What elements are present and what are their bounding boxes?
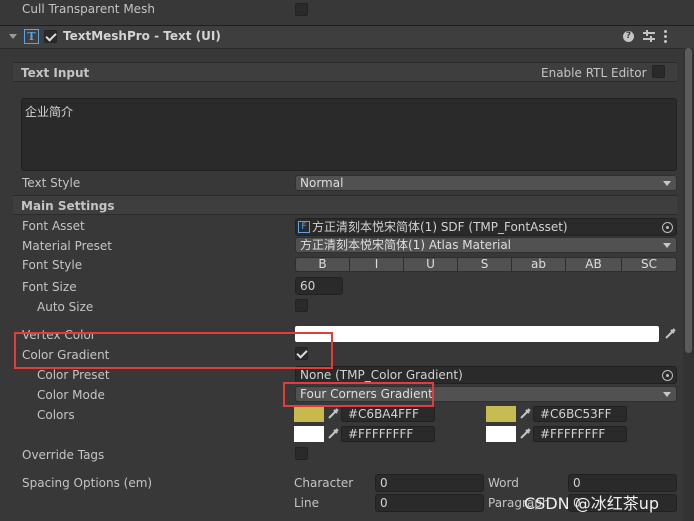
font-size-field[interactable]: 60 (295, 277, 343, 295)
font-style-strikethrough-button[interactable]: S (457, 257, 512, 272)
text-input-content: 企业简介 (25, 105, 74, 119)
cull-transparent-mesh-label: Cull Transparent Mesh (22, 2, 155, 16)
object-picker-icon[interactable] (662, 222, 673, 233)
chevron-down-icon (663, 181, 671, 186)
vertex-color-swatch[interactable] (295, 326, 659, 342)
eyedropper-icon[interactable] (519, 407, 532, 420)
font-asset-label: Font Asset (22, 219, 85, 233)
text-input-header-label: Text Input (21, 66, 90, 80)
foldout-arrow-icon[interactable] (9, 34, 17, 39)
material-preset-dropdown[interactable]: 方正清刻本悦宋简体(1) Atlas Material (295, 237, 677, 253)
auto-size-checkbox[interactable] (295, 299, 308, 312)
component-enabled-checkbox[interactable] (44, 30, 57, 43)
enable-rtl-editor-label: Enable RTL Editor (541, 66, 647, 80)
main-settings-section-header: Main Settings (13, 195, 677, 215)
font-style-uppercase-button[interactable]: AB (565, 257, 622, 272)
colors-label: Colors (37, 408, 75, 422)
scrollbar-thumb[interactable] (685, 48, 692, 353)
text-input-section-header: Text Input Enable RTL Editor (13, 62, 677, 82)
eyedropper-icon[interactable] (664, 327, 677, 340)
top-left-color-hex[interactable]: #C6BA4FFF (341, 406, 435, 422)
main-settings-header-label: Main Settings (21, 199, 115, 213)
line-spacing-field[interactable]: 0 (375, 494, 484, 512)
eyedropper-icon[interactable] (327, 407, 340, 420)
text-style-dropdown[interactable]: Normal (295, 175, 677, 191)
help-icon[interactable]: ? (623, 31, 634, 42)
context-menu-icon[interactable] (664, 29, 668, 43)
text-input-area[interactable]: 企业简介 (21, 98, 677, 171)
font-size-label: Font Size (22, 280, 77, 294)
eyedropper-icon[interactable] (327, 427, 340, 440)
highlight-box-color-gradient (14, 332, 333, 369)
text-style-value: Normal (300, 176, 344, 190)
font-style-underline-button[interactable]: U (403, 257, 458, 272)
font-style-lowercase-button[interactable]: ab (511, 257, 566, 272)
textmeshpro-component-icon: T (24, 29, 39, 44)
top-right-color-hex[interactable]: #C6BC53FF (533, 406, 627, 422)
spacing-options-label: Spacing Options (em) (22, 476, 153, 490)
line-spacing-label: Line (294, 496, 320, 510)
scrollbar-track[interactable] (683, 48, 694, 521)
material-preset-label: Material Preset (22, 239, 112, 253)
preset-sliders-icon[interactable] (643, 30, 655, 42)
font-asset-value: 方正清刻本悦宋简体(1) SDF (TMP_FontAsset) (312, 220, 568, 234)
color-preset-label: Color Preset (37, 368, 110, 382)
object-picker-icon[interactable] (662, 370, 673, 381)
override-tags-checkbox[interactable] (295, 447, 308, 460)
bottom-right-color-swatch[interactable] (486, 426, 516, 442)
chevron-down-icon (663, 392, 671, 397)
bottom-left-color-swatch[interactable] (294, 426, 324, 442)
color-preset-value: None (TMP_Color Gradient) (300, 368, 463, 382)
character-spacing-label: Character (294, 476, 354, 490)
font-style-bold-button[interactable]: B (295, 257, 350, 272)
material-preset-value: 方正清刻本悦宋简体(1) Atlas Material (300, 238, 512, 252)
font-asset-field[interactable]: F 方正清刻本悦宋简体(1) SDF (TMP_FontAsset) (295, 218, 677, 236)
font-asset-icon: F (298, 221, 310, 233)
font-style-italic-button[interactable]: I (349, 257, 404, 272)
cull-transparent-mesh-checkbox[interactable] (295, 3, 308, 16)
character-spacing-field[interactable]: 0 (375, 474, 484, 492)
top-left-color-swatch[interactable] (294, 406, 324, 422)
font-style-smallcaps-button[interactable]: SC (621, 257, 677, 272)
component-header[interactable]: T TextMeshPro - Text (UI) ? (0, 25, 694, 49)
top-right-color-swatch[interactable] (486, 406, 516, 422)
highlight-box-color-mode (283, 382, 434, 407)
color-mode-label: Color Mode (37, 388, 105, 402)
enable-rtl-editor-checkbox[interactable] (652, 65, 665, 78)
font-style-label: Font Style (22, 258, 83, 272)
auto-size-label: Auto Size (37, 300, 94, 314)
chevron-down-icon (663, 243, 671, 248)
text-style-label: Text Style (22, 176, 81, 190)
bottom-right-color-hex[interactable]: #FFFFFFFF (533, 426, 627, 442)
word-spacing-label: Word (488, 476, 519, 490)
watermark: CSDN @冰红茶up (524, 494, 660, 513)
component-title: TextMeshPro - Text (UI) (63, 29, 221, 43)
bottom-left-color-hex[interactable]: #FFFFFFFF (341, 426, 435, 442)
eyedropper-icon[interactable] (519, 427, 532, 440)
override-tags-label: Override Tags (22, 448, 105, 462)
